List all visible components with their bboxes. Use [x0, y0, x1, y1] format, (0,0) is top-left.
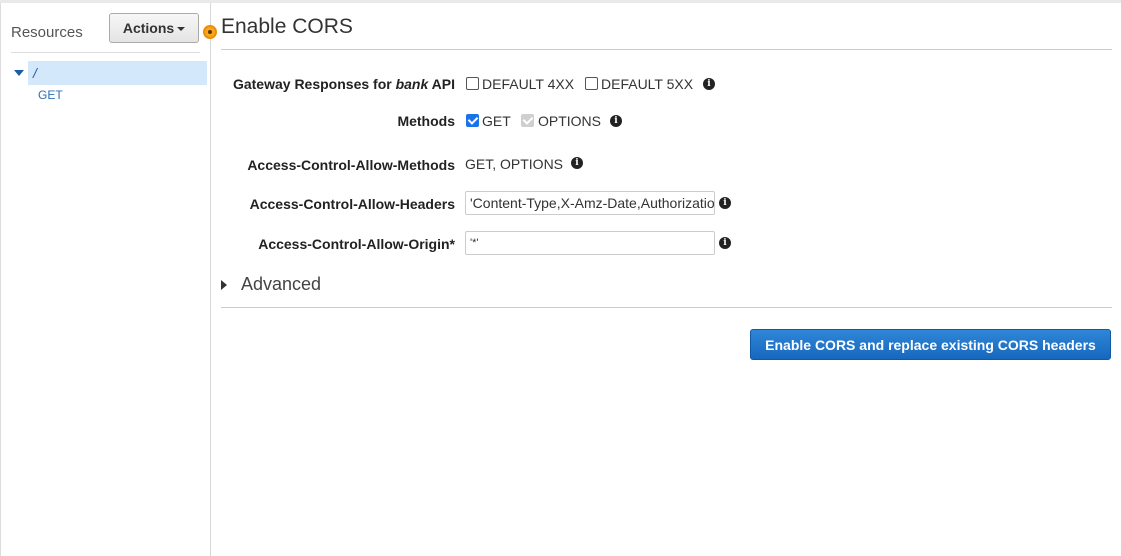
- allow-origin-input[interactable]: '*': [465, 231, 715, 255]
- options-method-checkbox: [521, 114, 534, 127]
- enable-cors-button[interactable]: Enable CORS and replace existing CORS he…: [750, 329, 1111, 360]
- allow-origin-label: Access-Control-Allow-Origin*: [258, 236, 455, 252]
- allow-methods-value: GET, OPTIONS: [465, 156, 564, 172]
- get-method-label: GET: [482, 113, 511, 129]
- actions-dropdown-button[interactable]: Actions: [109, 13, 199, 43]
- resources-sidebar: Resources Actions / GET: [1, 3, 211, 556]
- caret-down-icon[interactable]: [14, 70, 24, 76]
- caret-right-icon[interactable]: [221, 280, 227, 290]
- chevron-down-icon: [177, 27, 186, 31]
- sidebar-divider: [11, 52, 200, 53]
- selection-marker-icon: [203, 25, 217, 39]
- get-method-checkbox[interactable]: [466, 114, 479, 127]
- gateway-responses-label: Gateway Responses for bank API: [233, 76, 455, 92]
- info-icon[interactable]: i: [719, 197, 731, 209]
- default-4xx-checkbox[interactable]: [466, 77, 479, 90]
- tree-item-get[interactable]: GET: [38, 88, 63, 102]
- tree-root-label: /: [33, 65, 37, 81]
- allow-headers-label: Access-Control-Allow-Headers: [249, 196, 455, 212]
- allow-methods-label: Access-Control-Allow-Methods: [247, 157, 455, 173]
- resources-title: Resources: [11, 24, 83, 41]
- default-5xx-checkbox[interactable]: [585, 77, 598, 90]
- advanced-toggle[interactable]: Advanced: [241, 274, 321, 295]
- actions-label: Actions: [122, 20, 175, 36]
- tree-item-root[interactable]: /: [28, 61, 207, 85]
- allow-headers-input[interactable]: 'Content-Type,X-Amz-Date,Authorization,X…: [465, 191, 715, 215]
- default-4xx-label: DEFAULT 4XX: [482, 76, 575, 92]
- info-icon[interactable]: i: [610, 115, 622, 127]
- gateway-api-name: bank: [395, 76, 429, 92]
- gateway-label-prefix: Gateway Responses for: [232, 76, 396, 92]
- default-5xx-label: DEFAULT 5XX: [601, 76, 694, 92]
- gateway-label-suffix: API: [428, 76, 455, 92]
- advanced-divider: [221, 307, 1112, 308]
- info-icon[interactable]: i: [703, 78, 715, 90]
- title-divider: [221, 49, 1112, 50]
- page-title: Enable CORS: [221, 15, 353, 38]
- options-method-label: OPTIONS: [538, 113, 602, 129]
- info-icon[interactable]: i: [571, 157, 583, 169]
- methods-label: Methods: [397, 113, 455, 129]
- info-icon[interactable]: i: [719, 237, 731, 249]
